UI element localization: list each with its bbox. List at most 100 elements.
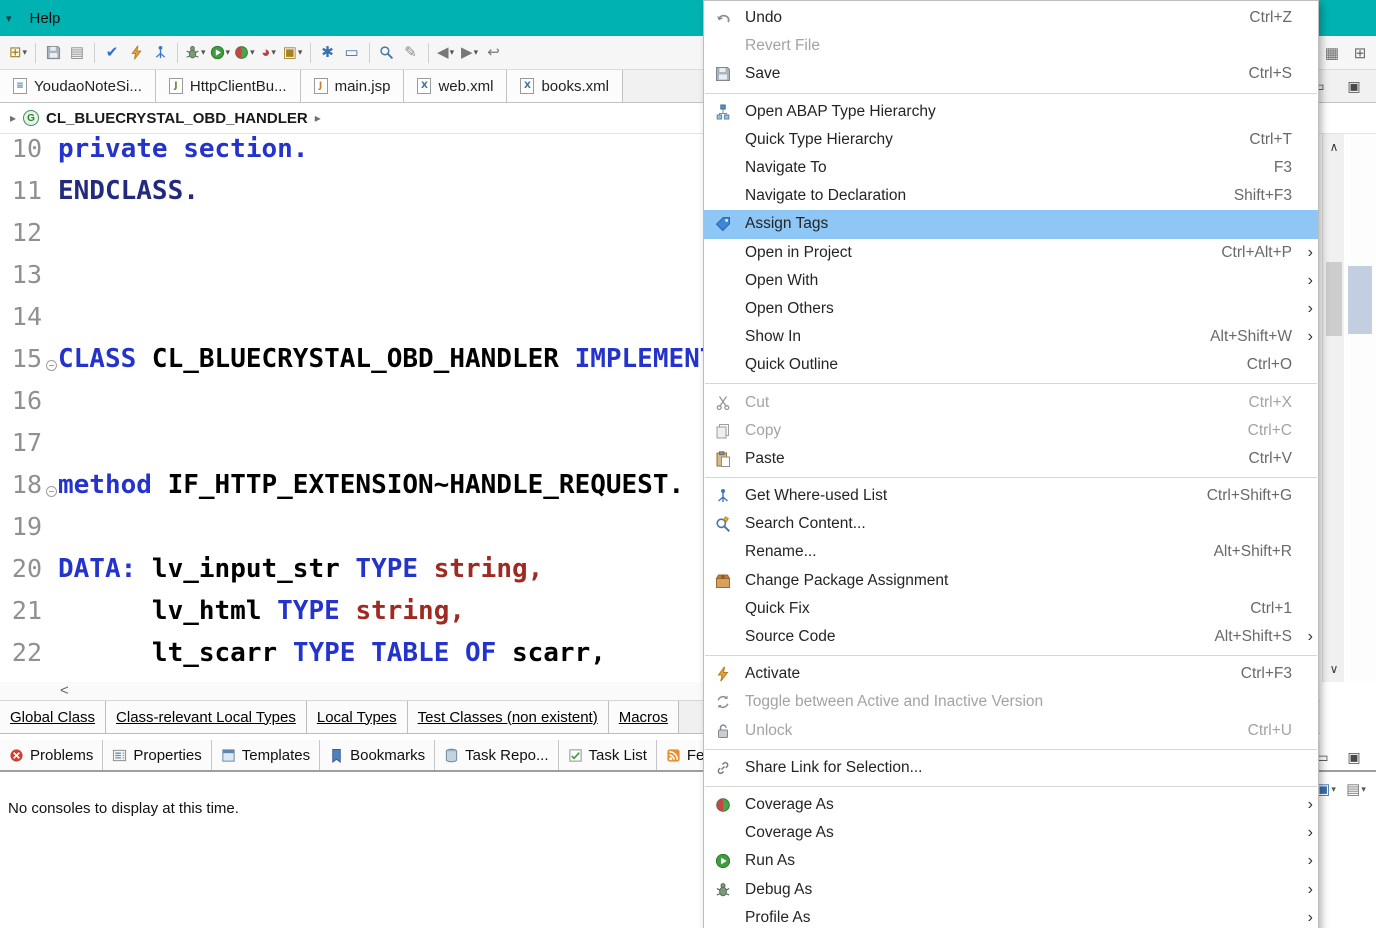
print-button[interactable]: ▤ xyxy=(65,40,89,66)
view-tab[interactable]: Templates xyxy=(211,740,321,770)
menu-item-copy[interactable]: Copy Ctrl+C xyxy=(704,417,1318,445)
mark-occurrences-button[interactable]: ✎ xyxy=(399,40,423,66)
new-button[interactable]: ⊞ ▾ xyxy=(6,40,30,66)
menu-item-save[interactable]: Save Ctrl+S xyxy=(704,60,1318,88)
view-tab-label: Properties xyxy=(133,746,202,764)
forward-button[interactable]: ▶ ▾ xyxy=(458,40,482,66)
hscroll-left-arrow-icon[interactable]: < xyxy=(60,682,69,700)
menu-item-debug-as[interactable]: Debug As › xyxy=(704,875,1318,903)
activate-button[interactable] xyxy=(124,40,148,66)
menu-separator xyxy=(705,785,1317,787)
class-section-tab[interactable]: Local Types xyxy=(306,701,408,733)
menu-item-source-code[interactable]: Source Code Alt+Shift+S › xyxy=(704,623,1318,651)
file-icon: J xyxy=(313,78,328,94)
menu-item-assign-tags[interactable]: Assign Tags xyxy=(704,210,1318,239)
bookmarks-icon xyxy=(329,748,344,763)
view-tab[interactable]: Problems xyxy=(0,740,104,770)
editor-tab[interactable]: J HttpClientBu... xyxy=(155,70,301,102)
search-icon xyxy=(379,45,394,60)
breadcrumb-chevron-icon[interactable]: ▸ xyxy=(315,111,321,125)
scroll-down-arrow-icon[interactable]: ∨ xyxy=(1323,662,1345,676)
menu-item-quick-outline[interactable]: Quick Outline Ctrl+O xyxy=(704,351,1318,379)
menu-item-cut[interactable]: Cut Ctrl+X xyxy=(704,388,1318,416)
view-tab-label: Task Repo... xyxy=(465,746,549,764)
menu-item-navigate-to[interactable]: Navigate To F3 xyxy=(704,154,1318,182)
menu-item-revert-file[interactable]: Revert File xyxy=(704,32,1318,60)
line-number: 21 xyxy=(11,596,42,625)
menu-item-shortcut: Ctrl+C xyxy=(1247,421,1292,439)
menu-item-change-package-assignment[interactable]: Change Package Assignment xyxy=(704,567,1318,595)
menu-item-navigate-to-declaration[interactable]: Navigate to Declaration Shift+F3 xyxy=(704,182,1318,210)
menu-item-search-content[interactable]: Search Content... xyxy=(704,510,1318,538)
menubar-help[interactable]: Help xyxy=(24,7,67,30)
view-tab[interactable]: Properties xyxy=(103,740,212,770)
maximize-panel-icon: ▣ xyxy=(1347,749,1361,765)
breadcrumb-class-name[interactable]: CL_BLUECRYSTAL_OBD_HANDLER xyxy=(46,110,308,127)
menu-item-run-as[interactable]: Run As › xyxy=(704,847,1318,875)
editor-tab[interactable]: Xbooks.xml xyxy=(507,70,623,102)
class-section-tab[interactable]: Class-relevant Local Types xyxy=(106,701,307,733)
menu-item-open-in-project[interactable]: Open in Project Ctrl+Alt+P › xyxy=(704,239,1318,267)
where-used-button[interactable] xyxy=(148,40,172,66)
code-token: method xyxy=(58,470,168,500)
perspective-button[interactable]: ▦ xyxy=(1320,40,1344,66)
breadcrumb-expand-icon[interactable]: ▸ xyxy=(10,111,16,125)
menu-item-coverage-as-2[interactable]: Coverage As › xyxy=(704,819,1318,847)
menu-item-get-where-used-list[interactable]: Get Where-used List Ctrl+Shift+G xyxy=(704,482,1318,510)
editor-tab[interactable]: ≡ YoudaoNoteSi... xyxy=(0,70,156,102)
menu-item-profile-as[interactable]: Profile As › xyxy=(704,904,1318,928)
run-button[interactable]: ▾ xyxy=(208,40,233,66)
vscroll-thumb[interactable] xyxy=(1326,262,1342,336)
check-syntax-button[interactable]: ✔ xyxy=(100,40,124,66)
dropdown-caret-icon: ▾ xyxy=(297,47,303,57)
class-section-tab[interactable]: Global Class xyxy=(0,701,107,733)
new-icon: ⊞ xyxy=(8,44,22,61)
view-tab[interactable]: Task List xyxy=(558,740,657,770)
menu-item-open-abap-type-hierarchy[interactable]: Open ABAP Type Hierarchy xyxy=(704,98,1318,126)
no-icon xyxy=(711,244,735,262)
back-button[interactable]: ◀ ▾ xyxy=(434,40,458,66)
save-button[interactable] xyxy=(41,40,65,66)
class-section-tab[interactable]: Test Classes (non existent) xyxy=(407,701,609,733)
open-abap-object-button[interactable]: ▭ xyxy=(340,40,364,66)
menu-item-quick-fix[interactable]: Quick Fix Ctrl+1 xyxy=(704,595,1318,623)
search-button[interactable] xyxy=(375,40,399,66)
menu-item-show-in[interactable]: Show In Alt+Shift+W › xyxy=(704,323,1318,351)
menu-item-toggle-active-inactive[interactable]: Toggle between Active and Inactive Versi… xyxy=(704,688,1318,716)
editor-vscrollbar[interactable]: ∧ ∨ xyxy=(1322,134,1344,682)
scroll-up-arrow-icon[interactable]: ∧ xyxy=(1323,140,1345,154)
external-tools-button[interactable]: ▣ ▾ xyxy=(281,40,305,66)
menu-item-undo[interactable]: Undo Ctrl+Z xyxy=(704,4,1318,32)
view-tab[interactable]: Bookmarks xyxy=(320,740,436,770)
menu-item-label: Coverage As xyxy=(745,795,834,813)
menu-item-label: Coverage As xyxy=(745,824,834,842)
toolbar-separator xyxy=(427,42,429,63)
class-section-tab[interactable]: Macros xyxy=(608,701,679,733)
maximize-view-button[interactable]: ▣ xyxy=(1342,73,1366,99)
menu-item-open-with[interactable]: Open With › xyxy=(704,267,1318,295)
profile-button[interactable]: ◕ ▾ xyxy=(257,40,281,66)
menu-item-rename[interactable]: Rename... Alt+Shift+R xyxy=(704,538,1318,566)
debug-button[interactable]: ▾ xyxy=(183,40,208,66)
line-number: 20 xyxy=(11,554,42,583)
menu-item-unlock[interactable]: Unlock Ctrl+U xyxy=(704,717,1318,745)
code-token: TYPE xyxy=(277,596,356,626)
fold-marker-icon[interactable] xyxy=(46,486,57,497)
menu-item-open-others[interactable]: Open Others › xyxy=(704,295,1318,323)
fold-marker-icon[interactable] xyxy=(46,360,57,371)
display-console-button[interactable]: ▤ ▾ xyxy=(1344,776,1368,802)
new-abap-object-button[interactable]: ✱ xyxy=(316,40,340,66)
maximize-panel-button[interactable]: ▣ xyxy=(1342,744,1366,770)
open-perspective-button[interactable]: ⊞ xyxy=(1348,40,1372,66)
menu-item-quick-type-hierarchy[interactable]: Quick Type Hierarchy Ctrl+T xyxy=(704,126,1318,154)
coverage-button[interactable]: ▾ xyxy=(232,40,257,66)
view-tab[interactable]: Task Repo... xyxy=(435,740,559,770)
last-edit-location-button[interactable]: ↩ xyxy=(482,40,506,66)
menu-item-activate[interactable]: Activate Ctrl+F3 xyxy=(704,660,1318,688)
menu-item-share-link-for-selection[interactable]: Share Link for Selection... xyxy=(704,754,1318,782)
editor-tab[interactable]: Jmain.jsp xyxy=(300,70,405,102)
menu-item-paste[interactable]: Paste Ctrl+V xyxy=(704,445,1318,473)
menu-item-coverage-as-1[interactable]: Coverage As › xyxy=(704,791,1318,819)
editor-tab[interactable]: Xweb.xml xyxy=(404,70,508,102)
where-used-icon xyxy=(711,487,735,505)
